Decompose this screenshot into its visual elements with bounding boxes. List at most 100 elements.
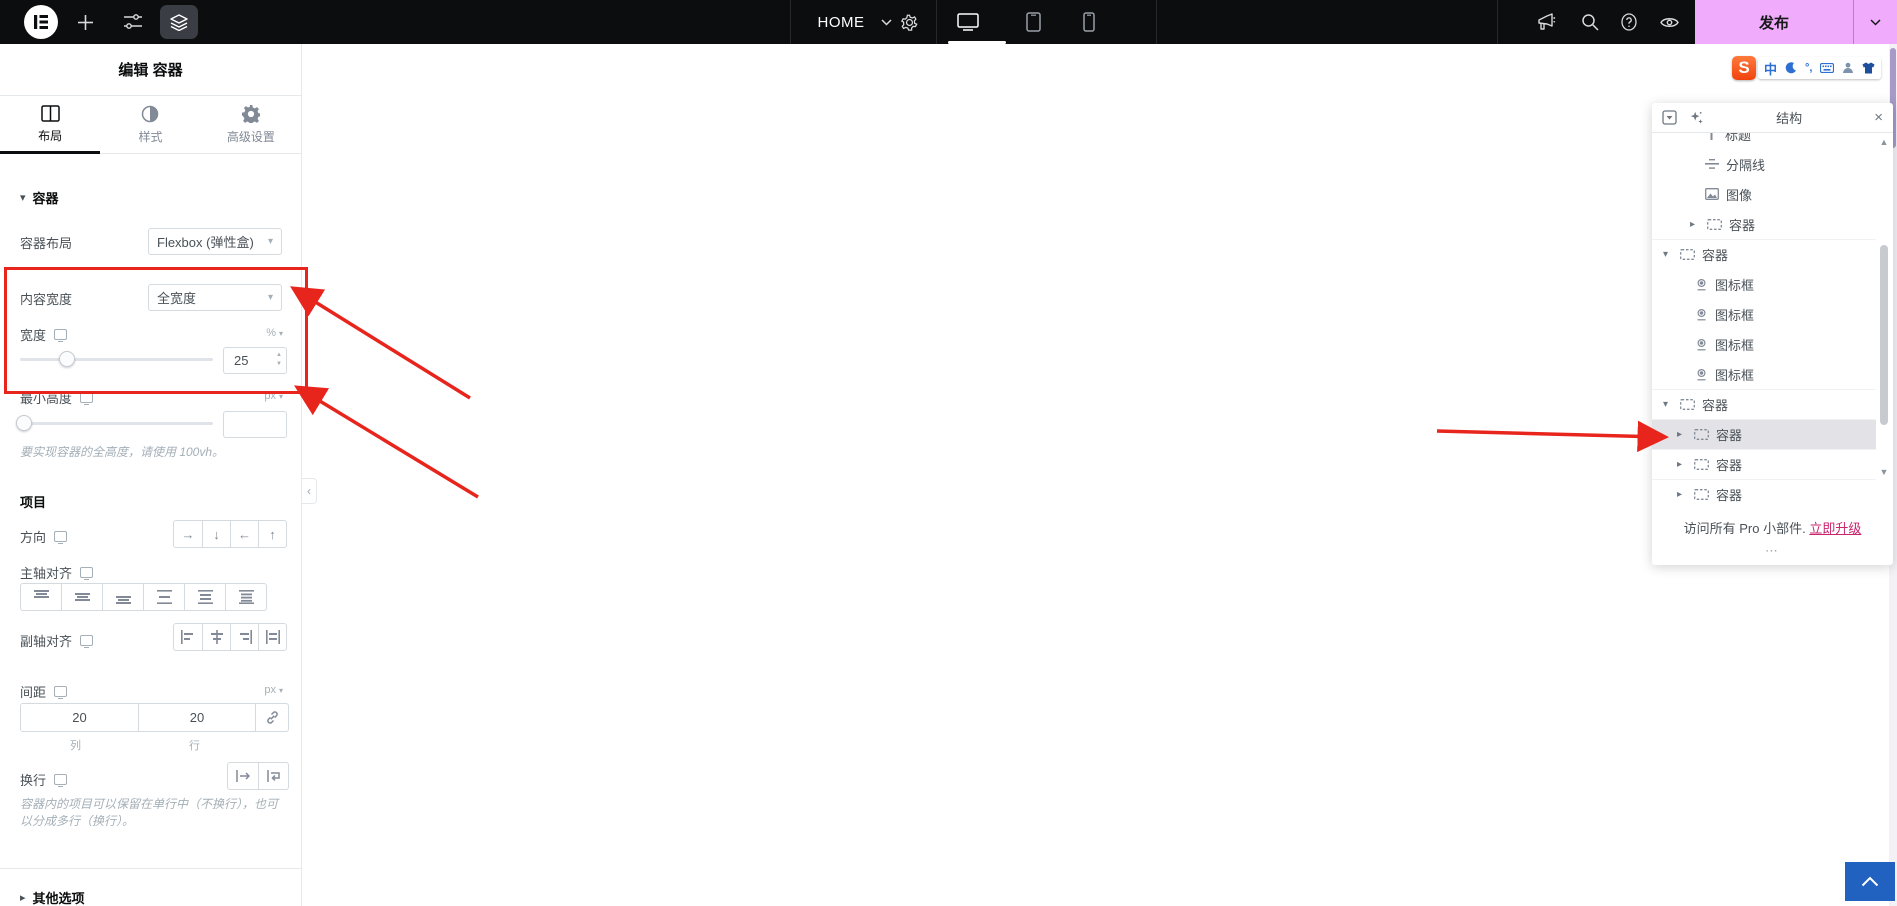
elementor-topbar: HOME 发布	[0, 0, 1897, 44]
justify-center-button[interactable]	[61, 584, 102, 610]
tree-item-container[interactable]: ▾ 容器	[1652, 389, 1876, 419]
gap-row-input[interactable]	[138, 704, 255, 731]
section-container-label: 容器	[32, 191, 59, 206]
responsive-monitor-icon[interactable]	[80, 567, 94, 580]
scroll-up-icon[interactable]: ▲	[1878, 137, 1890, 147]
responsive-monitor-icon[interactable]	[80, 392, 94, 405]
scroll-to-top-button[interactable]	[1845, 862, 1895, 901]
justify-space-evenly-button[interactable]	[225, 584, 266, 610]
panel-resize-handle[interactable]: ⋯	[1652, 543, 1893, 559]
nowrap-button[interactable]	[228, 763, 258, 789]
tree-item-icon-box[interactable]: 图标框	[1652, 299, 1876, 329]
align-center-button[interactable]	[202, 624, 230, 650]
tree-item-container[interactable]: ▾ 容器	[1652, 239, 1876, 269]
preview-eye-icon[interactable]	[1655, 0, 1683, 44]
direction-row-reverse-button[interactable]: ←	[230, 521, 258, 547]
tab-advanced[interactable]: 高级设置	[201, 96, 301, 153]
justify-end-button[interactable]	[102, 584, 143, 610]
ime-user-icon[interactable]	[1842, 62, 1854, 74]
wrap-note: 容器内的项目可以保留在单行中（不换行），也可以分成多行（换行）。	[20, 797, 279, 828]
tree-item-divider[interactable]: 分隔线	[1652, 149, 1876, 179]
responsive-monitor-icon[interactable]	[80, 635, 94, 648]
min-height-slider[interactable]	[16, 415, 213, 431]
elementor-logo-icon[interactable]	[23, 0, 58, 44]
ime-punctuation-icon[interactable]: °,	[1805, 62, 1812, 74]
tree-item-container[interactable]: ▸ 容器	[1652, 479, 1876, 509]
navigator-scrollbar[interactable]: ▲ ▼	[1878, 137, 1890, 512]
container-layout-select[interactable]: Flexbox (弹性盒) ▾	[148, 228, 282, 255]
link-values-icon[interactable]	[255, 704, 288, 731]
direction-column-reverse-button[interactable]: ↑	[258, 521, 286, 547]
min-height-slider-handle[interactable]	[16, 415, 32, 431]
width-slider[interactable]	[20, 351, 213, 367]
align-end-button[interactable]	[230, 624, 258, 650]
ime-moon-icon[interactable]	[1785, 62, 1797, 74]
ai-sparkle-icon[interactable]	[1689, 110, 1704, 125]
gap-column-input[interactable]	[21, 704, 138, 731]
whats-new-megaphone-icon[interactable]	[1532, 0, 1560, 44]
active-device-underline	[948, 41, 1006, 44]
help-icon[interactable]	[1615, 0, 1643, 44]
width-unit-select[interactable]: % ▾	[266, 327, 283, 339]
navigator-tree: 标题 分隔线 图像 ▸ 容器 ▾ 容器 图标框 图标框 图标框 图标框 ▾ 容器…	[1652, 133, 1876, 514]
tree-item-heading[interactable]: 标题	[1652, 133, 1876, 149]
align-stretch-button[interactable]	[258, 624, 286, 650]
scroll-down-icon[interactable]: ▼	[1878, 467, 1890, 477]
content-width-select[interactable]: 全宽度 ▾	[148, 284, 282, 311]
justify-space-between-button[interactable]	[143, 584, 184, 610]
device-desktop-icon[interactable]	[953, 0, 983, 44]
dock-caret-square-icon[interactable]	[1662, 110, 1677, 125]
tree-item-container-selected[interactable]: ▸ 容器	[1652, 419, 1876, 449]
responsive-monitor-icon[interactable]	[54, 531, 68, 544]
page-settings-gear-icon[interactable]	[896, 0, 922, 44]
add-element-icon[interactable]	[72, 0, 98, 44]
direction-column-button[interactable]: ↓	[202, 521, 230, 547]
upgrade-link[interactable]: 立即升级	[1809, 521, 1861, 536]
close-icon[interactable]: ×	[1874, 109, 1883, 126]
tree-item-container[interactable]: ▸ 容器	[1652, 209, 1876, 239]
tab-layout[interactable]: 布局	[0, 96, 101, 154]
tree-item-icon-box[interactable]: 图标框	[1652, 359, 1876, 389]
site-settings-sliders-icon[interactable]	[120, 0, 146, 44]
tab-advanced-label: 高级设置	[226, 129, 275, 144]
ime-chinese-mode-icon[interactable]: 中	[1764, 59, 1777, 78]
tab-style[interactable]: 样式	[100, 96, 200, 153]
justify-space-around-button[interactable]	[184, 584, 225, 610]
sogou-logo-icon[interactable]: S	[1732, 56, 1756, 80]
tree-item-icon-box[interactable]: 图标框	[1652, 269, 1876, 299]
gap-unit-select[interactable]: px ▾	[264, 684, 283, 696]
panel-collapse-button[interactable]: ‹	[302, 478, 317, 504]
responsive-monitor-icon[interactable]	[54, 329, 68, 342]
device-tablet-icon[interactable]	[1020, 0, 1046, 44]
ime-keyboard-icon[interactable]	[1820, 63, 1835, 73]
structure-layers-icon[interactable]	[160, 5, 198, 39]
responsive-monitor-icon[interactable]	[54, 774, 68, 787]
other-options-section[interactable]: ▸ 其他选项	[20, 888, 85, 906]
direction-row-button[interactable]: →	[174, 521, 202, 547]
other-options-label: 其他选项	[32, 891, 85, 906]
spin-up-icon[interactable]: ▲	[276, 351, 282, 360]
finder-search-icon[interactable]	[1576, 0, 1604, 44]
tree-item-image[interactable]: 图像	[1652, 179, 1876, 209]
spin-down-icon[interactable]: ▼	[276, 360, 282, 369]
navigator-scroll-thumb[interactable]	[1880, 245, 1888, 425]
min-height-unit-select[interactable]: px ▾	[264, 390, 283, 402]
align-start-button[interactable]	[174, 624, 202, 650]
width-input[interactable]	[224, 348, 264, 373]
page-dropdown-chevron-icon[interactable]	[878, 0, 894, 44]
width-slider-handle[interactable]	[59, 351, 75, 367]
structure-navigator-panel: 结构 × 标题 分隔线 图像 ▸ 容器 ▾ 容器 图标框 图标框 图标框 图标框…	[1652, 103, 1893, 565]
publish-button[interactable]: 发布	[1695, 0, 1853, 44]
page-title-dropdown[interactable]: HOME	[806, 0, 876, 44]
min-height-input[interactable]	[224, 412, 264, 437]
publish-options-chevron-icon[interactable]	[1853, 0, 1897, 44]
tree-item-container[interactable]: ▸ 容器	[1652, 449, 1876, 479]
ime-skin-shirt-icon[interactable]	[1862, 62, 1875, 74]
wrap-button[interactable]	[258, 763, 288, 789]
responsive-monitor-icon[interactable]	[54, 686, 68, 699]
section-container-header[interactable]: ▾ 容器	[20, 188, 59, 207]
tree-item-icon-box[interactable]: 图标框	[1652, 329, 1876, 359]
direction-button-group: → ↓ ← ↑	[173, 520, 287, 548]
device-mobile-icon[interactable]	[1076, 0, 1102, 44]
justify-start-button[interactable]	[21, 584, 61, 610]
